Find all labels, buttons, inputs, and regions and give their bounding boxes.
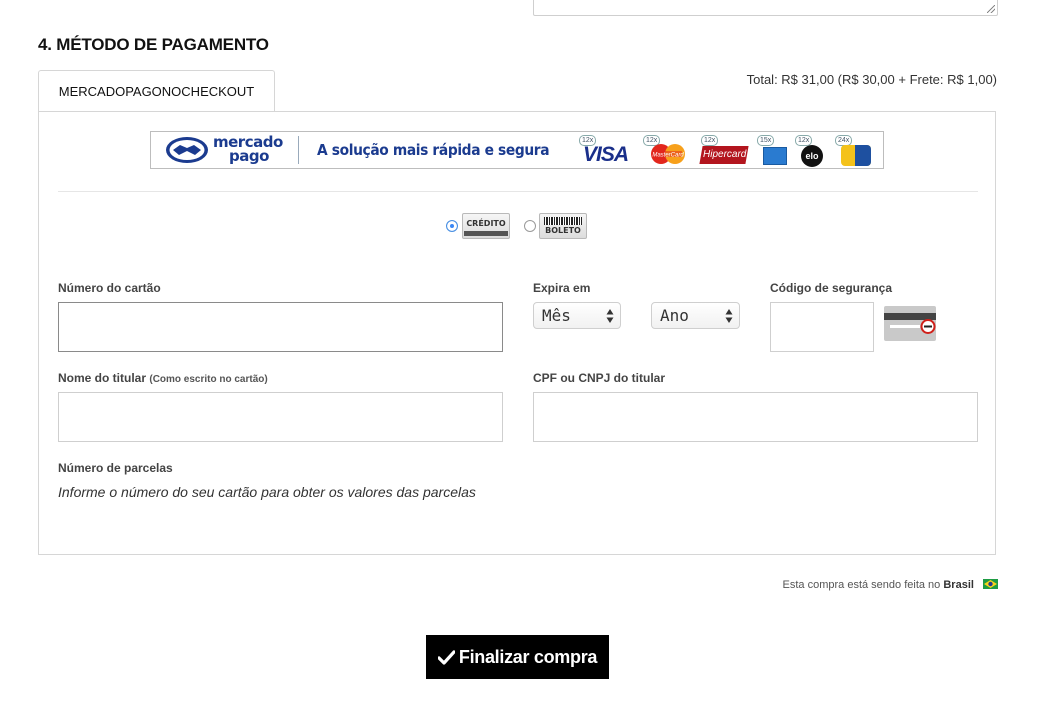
- comments-textarea[interactable]: [533, 0, 998, 16]
- security-code-label: Código de segurança: [770, 281, 893, 295]
- panel-divider: [58, 191, 978, 192]
- cpf-cnpj-input[interactable]: [533, 392, 978, 442]
- expiry-year-select[interactable]: Ano: [651, 302, 740, 329]
- finalize-label: Finalizar compra: [458, 646, 598, 667]
- section-title: 4. MÉTODO DE PAGAMENTO: [38, 35, 269, 54]
- diners-icon: [841, 145, 871, 166]
- tab-mercadopago[interactable]: MERCADOPAGONOCHECKOUT: [38, 70, 275, 111]
- amex-icon: [763, 147, 787, 165]
- visa-logo: VISA: [583, 143, 629, 166]
- mercadopago-brand: mercado pago: [213, 135, 283, 165]
- finalize-purchase-button[interactable]: Finalizar compra: [426, 635, 609, 679]
- expiry-label: Expira em: [533, 281, 591, 295]
- mercadopago-banner: mercado pago A solução mais rápida e seg…: [150, 131, 884, 169]
- card-number-label: Número do cartão: [58, 281, 161, 295]
- banner-divider: [298, 136, 299, 164]
- cpf-cnpj-label: CPF ou CNPJ do titular: [533, 371, 665, 385]
- boleto-radio[interactable]: [524, 220, 536, 232]
- select-arrows-icon: [606, 309, 614, 323]
- holder-name-label: Nome do titular (Como escrito no cartão): [58, 371, 268, 385]
- order-total: Total: R$ 31,00 (R$ 30,00 + Frete: R$ 1,…: [746, 72, 997, 87]
- visa-card: 12x VISA: [579, 135, 637, 166]
- elo-card: 12x elo: [795, 135, 829, 167]
- country-name: Brasil: [943, 579, 974, 591]
- expiry-month-select[interactable]: Mês: [533, 302, 621, 329]
- hipercard-label: Hipercard: [703, 149, 747, 160]
- brazil-flag-icon: [983, 579, 998, 589]
- country-prefix: Esta compra está sendo feita no: [782, 579, 941, 591]
- select-arrows-icon: [725, 309, 733, 323]
- brand-line-2: pago: [229, 147, 269, 165]
- holder-name-hint: (Como escrito no cartão): [149, 374, 268, 385]
- mastercard-icon: MasterCard: [651, 144, 685, 164]
- card-cvv-hint-icon: [884, 306, 936, 341]
- boleto-option[interactable]: BOLETO: [539, 213, 587, 239]
- amex-card: 15x: [757, 135, 787, 165]
- banner-tagline: A solução mais rápida e segura: [317, 141, 550, 159]
- security-code-input[interactable]: [770, 302, 874, 352]
- holder-name-input[interactable]: [58, 392, 503, 442]
- card-stripe-icon: [464, 231, 508, 236]
- barcode-icon: [544, 217, 582, 225]
- installments-label: Número de parcelas: [58, 461, 173, 475]
- credit-label: CRÉDITO: [466, 219, 506, 228]
- boleto-label: BOLETO: [545, 226, 581, 235]
- hipercard-card: 12x Hipercard: [699, 135, 751, 165]
- year-selected-value: Ano: [660, 306, 689, 325]
- month-selected-value: Mês: [542, 306, 571, 325]
- checkmark-icon: [437, 649, 455, 665]
- resize-handle-icon[interactable]: [987, 5, 995, 13]
- country-notice: Esta compra está sendo feita no Brasil: [783, 579, 998, 591]
- elo-icon: elo: [801, 145, 823, 167]
- mastercard-card: 12x MasterCard: [643, 135, 691, 165]
- card-number-input[interactable]: [58, 302, 503, 352]
- credit-radio[interactable]: [446, 220, 458, 232]
- credit-option[interactable]: CRÉDITO: [462, 213, 510, 239]
- diners-card: 24x: [835, 135, 875, 166]
- mastercard-label: MasterCard: [652, 153, 684, 159]
- installments-info: Informe o número do seu cartão para obte…: [58, 484, 476, 500]
- mercadopago-handshake-icon: [166, 137, 208, 163]
